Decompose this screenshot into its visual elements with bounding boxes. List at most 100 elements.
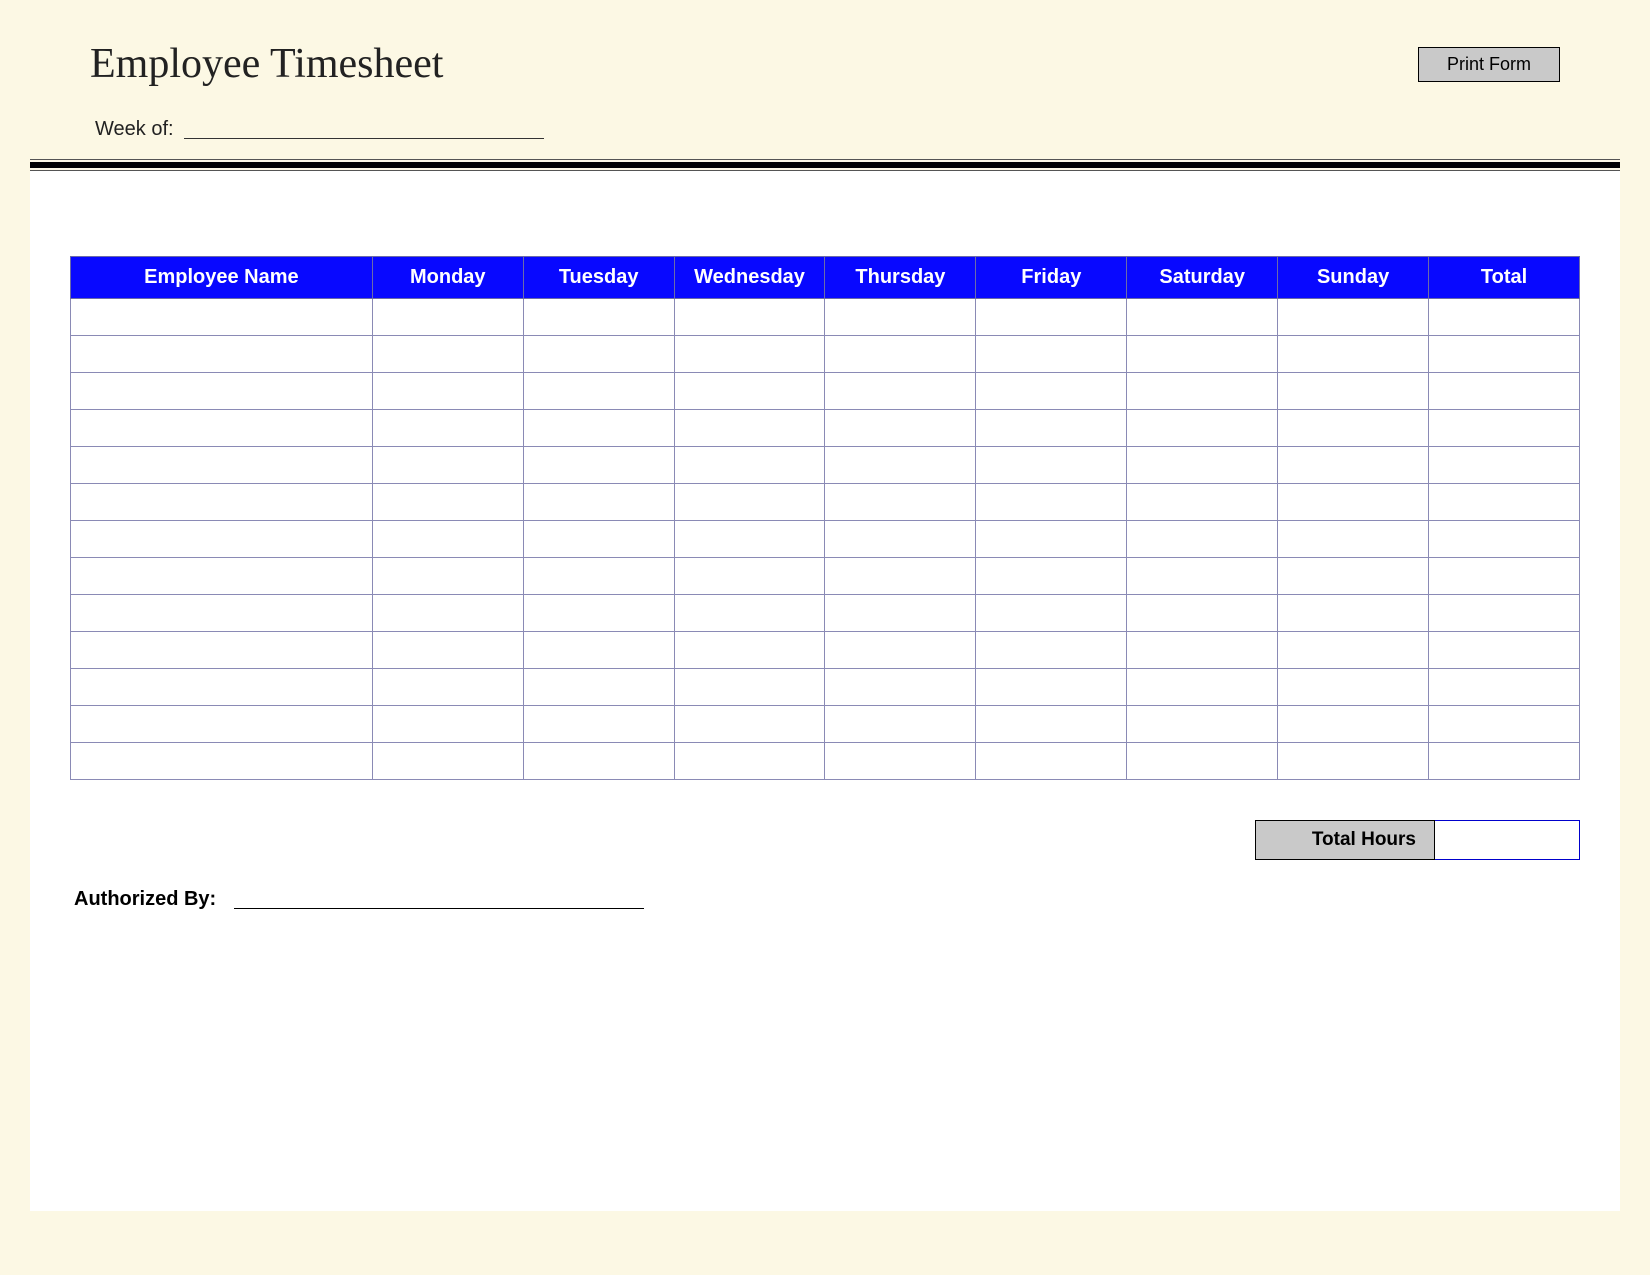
- total-hours-value[interactable]: [1435, 820, 1580, 860]
- table-cell[interactable]: [372, 521, 523, 558]
- table-cell[interactable]: [71, 447, 373, 484]
- table-cell[interactable]: [825, 669, 976, 706]
- table-cell[interactable]: [523, 484, 674, 521]
- table-cell[interactable]: [1127, 484, 1278, 521]
- table-cell[interactable]: [674, 595, 825, 632]
- table-cell[interactable]: [825, 632, 976, 669]
- table-cell[interactable]: [71, 706, 373, 743]
- table-cell[interactable]: [523, 447, 674, 484]
- table-cell[interactable]: [523, 373, 674, 410]
- table-cell[interactable]: [1127, 521, 1278, 558]
- table-cell[interactable]: [976, 484, 1127, 521]
- print-form-button[interactable]: Print Form: [1418, 47, 1560, 82]
- table-cell[interactable]: [71, 299, 373, 336]
- table-cell[interactable]: [372, 706, 523, 743]
- table-cell[interactable]: [976, 706, 1127, 743]
- table-cell[interactable]: [674, 743, 825, 780]
- table-cell[interactable]: [1429, 447, 1580, 484]
- table-cell[interactable]: [674, 299, 825, 336]
- table-cell[interactable]: [1429, 595, 1580, 632]
- table-cell[interactable]: [674, 373, 825, 410]
- table-cell[interactable]: [523, 336, 674, 373]
- table-cell[interactable]: [1127, 410, 1278, 447]
- authorized-by-input-line[interactable]: [234, 908, 644, 909]
- table-cell[interactable]: [372, 299, 523, 336]
- table-cell[interactable]: [523, 669, 674, 706]
- table-cell[interactable]: [825, 743, 976, 780]
- table-cell[interactable]: [1278, 632, 1429, 669]
- table-cell[interactable]: [1278, 595, 1429, 632]
- table-cell[interactable]: [674, 410, 825, 447]
- table-cell[interactable]: [523, 410, 674, 447]
- table-cell[interactable]: [1429, 558, 1580, 595]
- table-cell[interactable]: [1127, 595, 1278, 632]
- table-cell[interactable]: [372, 410, 523, 447]
- table-cell[interactable]: [1429, 632, 1580, 669]
- table-cell[interactable]: [1429, 743, 1580, 780]
- table-cell[interactable]: [976, 669, 1127, 706]
- table-cell[interactable]: [825, 410, 976, 447]
- table-cell[interactable]: [523, 743, 674, 780]
- table-cell[interactable]: [976, 299, 1127, 336]
- table-cell[interactable]: [976, 595, 1127, 632]
- table-cell[interactable]: [372, 669, 523, 706]
- week-of-input-line[interactable]: [184, 138, 544, 139]
- table-cell[interactable]: [1127, 299, 1278, 336]
- table-cell[interactable]: [1429, 521, 1580, 558]
- table-cell[interactable]: [523, 521, 674, 558]
- table-cell[interactable]: [1127, 706, 1278, 743]
- table-cell[interactable]: [523, 632, 674, 669]
- table-cell[interactable]: [1278, 743, 1429, 780]
- table-cell[interactable]: [372, 595, 523, 632]
- table-cell[interactable]: [71, 373, 373, 410]
- table-cell[interactable]: [1278, 299, 1429, 336]
- table-cell[interactable]: [1278, 373, 1429, 410]
- table-cell[interactable]: [1127, 743, 1278, 780]
- table-cell[interactable]: [976, 632, 1127, 669]
- table-cell[interactable]: [1127, 373, 1278, 410]
- table-cell[interactable]: [1429, 373, 1580, 410]
- table-cell[interactable]: [1278, 669, 1429, 706]
- table-cell[interactable]: [1278, 558, 1429, 595]
- table-cell[interactable]: [825, 447, 976, 484]
- table-cell[interactable]: [976, 373, 1127, 410]
- table-cell[interactable]: [71, 558, 373, 595]
- table-cell[interactable]: [825, 706, 976, 743]
- table-cell[interactable]: [976, 743, 1127, 780]
- table-cell[interactable]: [372, 632, 523, 669]
- table-cell[interactable]: [1429, 669, 1580, 706]
- table-cell[interactable]: [1127, 632, 1278, 669]
- table-cell[interactable]: [976, 558, 1127, 595]
- table-cell[interactable]: [674, 447, 825, 484]
- table-cell[interactable]: [1278, 336, 1429, 373]
- table-cell[interactable]: [1278, 706, 1429, 743]
- table-cell[interactable]: [674, 484, 825, 521]
- table-cell[interactable]: [372, 373, 523, 410]
- table-cell[interactable]: [372, 447, 523, 484]
- table-cell[interactable]: [674, 558, 825, 595]
- table-cell[interactable]: [976, 336, 1127, 373]
- table-cell[interactable]: [71, 632, 373, 669]
- table-cell[interactable]: [1429, 336, 1580, 373]
- table-cell[interactable]: [372, 743, 523, 780]
- table-cell[interactable]: [1127, 336, 1278, 373]
- table-cell[interactable]: [1429, 706, 1580, 743]
- table-cell[interactable]: [523, 299, 674, 336]
- table-cell[interactable]: [674, 336, 825, 373]
- table-cell[interactable]: [674, 706, 825, 743]
- table-cell[interactable]: [825, 521, 976, 558]
- table-cell[interactable]: [523, 558, 674, 595]
- table-cell[interactable]: [1278, 410, 1429, 447]
- table-cell[interactable]: [1429, 299, 1580, 336]
- table-cell[interactable]: [1127, 447, 1278, 484]
- table-cell[interactable]: [825, 373, 976, 410]
- table-cell[interactable]: [1278, 447, 1429, 484]
- table-cell[interactable]: [825, 558, 976, 595]
- table-cell[interactable]: [71, 669, 373, 706]
- table-cell[interactable]: [976, 447, 1127, 484]
- table-cell[interactable]: [825, 336, 976, 373]
- table-cell[interactable]: [976, 410, 1127, 447]
- table-cell[interactable]: [825, 595, 976, 632]
- table-cell[interactable]: [523, 595, 674, 632]
- table-cell[interactable]: [1127, 669, 1278, 706]
